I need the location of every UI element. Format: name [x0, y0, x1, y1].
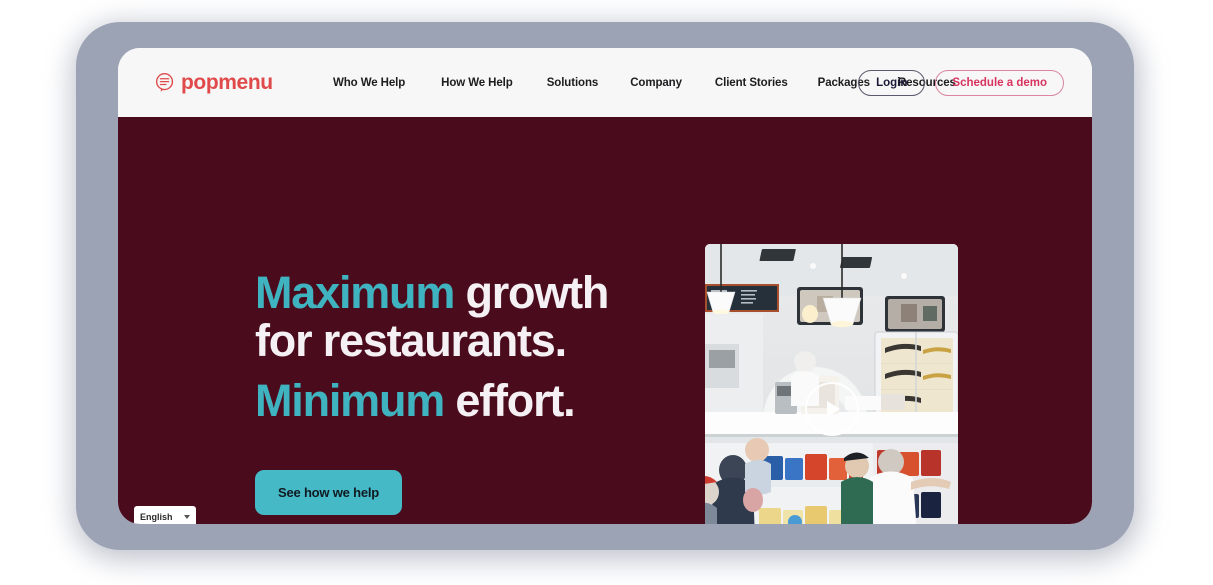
- brand-name: popmenu: [181, 71, 273, 94]
- hero-section: Maximum growth for restaurants. Minimum …: [118, 117, 1092, 524]
- site-navbar: popmenu Who We Help How We Help Solution…: [118, 48, 1092, 117]
- nav-actions: Login Schedule a demo: [858, 69, 1064, 96]
- nav-item-client-stories[interactable]: Client Stories: [715, 77, 788, 89]
- headline-line-three: Minimum effort.: [255, 377, 675, 425]
- hero-headline: Maximum growth for restaurants. Minimum …: [255, 269, 675, 425]
- chevron-down-icon: [184, 515, 190, 519]
- schedule-demo-button[interactable]: Schedule a demo: [935, 69, 1064, 96]
- play-icon: [827, 401, 840, 417]
- screenshot-stage: popmenu Who We Help How We Help Solution…: [0, 0, 1213, 585]
- hero-video-card[interactable]: [705, 244, 958, 524]
- language-selector[interactable]: English: [134, 506, 196, 524]
- headline-accent-maximum: Maximum: [255, 267, 455, 318]
- headline-effort: effort.: [444, 375, 575, 427]
- hero-copy: Maximum growth for restaurants. Minimum …: [255, 269, 675, 516]
- nav-item-solutions[interactable]: Solutions: [547, 77, 599, 89]
- nav-item-how-we-help[interactable]: How We Help: [441, 77, 513, 89]
- login-button[interactable]: Login: [858, 69, 926, 96]
- play-button[interactable]: [804, 382, 859, 436]
- see-how-we-help-button[interactable]: See how we help: [255, 470, 403, 516]
- nav-item-company[interactable]: Company: [630, 77, 682, 89]
- speech-bubble-menu-icon: [155, 72, 174, 92]
- brand-logo[interactable]: popmenu: [154, 72, 273, 94]
- nav-item-who-we-help[interactable]: Who We Help: [333, 77, 405, 89]
- headline-growth: growth: [454, 267, 609, 318]
- headline-accent-minimum: Minimum: [255, 375, 445, 427]
- language-selector-value: English: [140, 511, 173, 522]
- headline-line-two: for restaurants.: [255, 314, 567, 366]
- browser-window: popmenu Who We Help How We Help Solution…: [118, 48, 1092, 524]
